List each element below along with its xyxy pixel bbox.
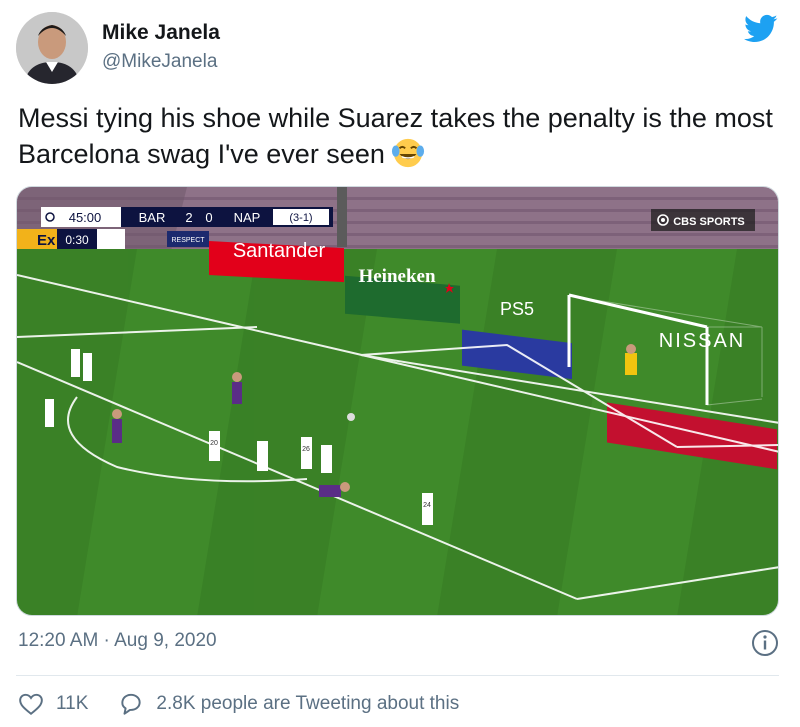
board-santander: Santander	[233, 240, 326, 262]
board-respect: RESPECT	[171, 237, 205, 244]
tweet-text: Messi tying his shoe while Suarez takes …	[18, 100, 778, 172]
aggregate-score: (3-1)	[289, 212, 312, 224]
tweeting-link[interactable]: 2.8K people are Tweeting about this	[118, 691, 459, 717]
match-clock: 45:00	[69, 210, 102, 225]
divider	[16, 675, 779, 676]
board-heineken: Heineken	[358, 266, 435, 287]
broadcaster-logo: CBS SPORTS	[651, 209, 755, 231]
speech-bubble-icon	[121, 693, 142, 715]
avatar-image	[16, 12, 88, 84]
tweeting-text: 2.8K people are Tweeting about this	[156, 693, 460, 714]
away-team: NAP	[234, 210, 261, 225]
like-count: 11K	[56, 693, 89, 714]
author-avatar[interactable]	[16, 12, 88, 84]
info-icon[interactable]	[750, 628, 780, 658]
shirt-number-2: 26	[302, 446, 310, 453]
like-button[interactable]: 11K	[18, 691, 88, 717]
shirt-number-3: 24	[423, 502, 431, 509]
home-score: 2	[185, 210, 192, 225]
extra-time-label: Ex	[37, 232, 56, 249]
board-ps5: PS5	[500, 299, 534, 319]
broadcaster-name: CBS SPORTS	[673, 216, 745, 228]
tears-of-joy-emoji-icon	[391, 138, 424, 168]
board-nissan: NISSAN	[659, 330, 745, 352]
author-name[interactable]: Mike Janela	[102, 21, 220, 45]
author-handle[interactable]: @MikeJanela	[102, 51, 217, 73]
heart-icon	[19, 693, 43, 715]
tweet-timestamp[interactable]: 12:20 AM · Aug 9, 2020	[18, 630, 217, 652]
tweet-card: Mike Janela @MikeJanela Messi tying his …	[0, 0, 800, 727]
tweet-media[interactable]: RESPECT Santander Heineken PS5 NISSAN 20…	[16, 186, 779, 616]
home-team: BAR	[139, 210, 166, 225]
engagement-bar: 11K 2.8K people are Tweeting about this	[18, 689, 459, 719]
match-image: RESPECT Santander Heineken PS5 NISSAN 20…	[17, 187, 778, 615]
shirt-number-1: 20	[210, 440, 218, 447]
twitter-bird-icon[interactable]	[744, 14, 778, 44]
extra-time-clock: 0:30	[65, 233, 89, 247]
away-score: 0	[205, 210, 212, 225]
